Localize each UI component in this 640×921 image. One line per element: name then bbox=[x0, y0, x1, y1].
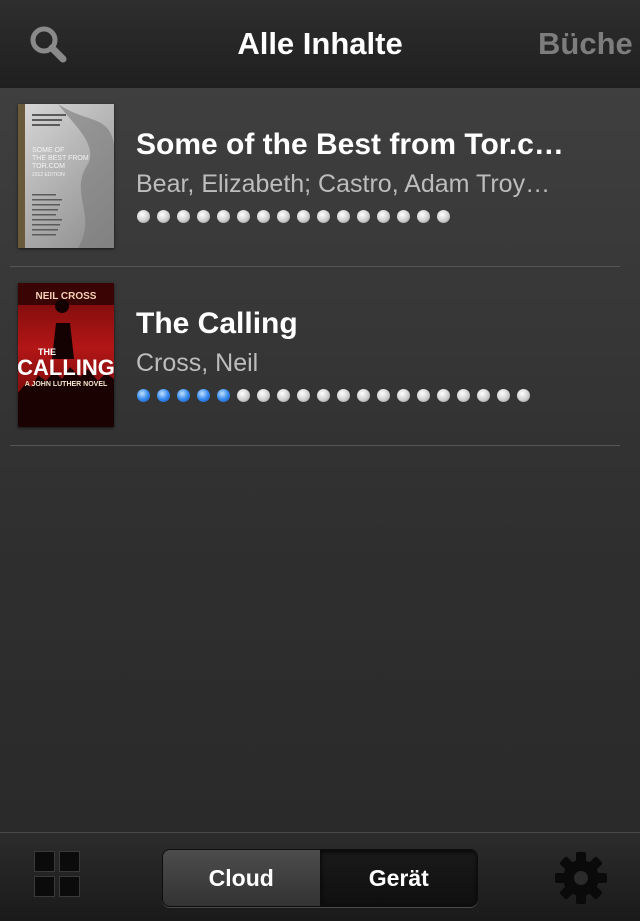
book-author: Bear, Elizabeth; Castro, Adam Troy… bbox=[136, 170, 551, 198]
cover-text-line: TOR.COM bbox=[32, 163, 65, 170]
progress-dot-unread bbox=[217, 210, 230, 223]
progress-dot-unread bbox=[257, 210, 270, 223]
progress-dot-read bbox=[217, 389, 230, 402]
progress-dot-unread bbox=[317, 389, 330, 402]
grid-view-icon bbox=[34, 851, 82, 899]
reading-progress bbox=[137, 210, 457, 224]
progress-dot-unread bbox=[277, 389, 290, 402]
progress-dot-unread bbox=[357, 389, 370, 402]
progress-dot-read bbox=[137, 389, 150, 402]
progress-dot-unread bbox=[317, 210, 330, 223]
progress-dot-read bbox=[177, 389, 190, 402]
progress-dot-unread bbox=[197, 210, 210, 223]
list-item-book-calling[interactable]: NEIL CROSS THE CALLING A JOHN LUTHER NOV… bbox=[10, 267, 620, 446]
book-cover-tor: SOME OF THE BEST FROM TOR.COM 2012 EDITI… bbox=[18, 104, 114, 248]
settings-button[interactable] bbox=[554, 851, 608, 905]
gear-icon bbox=[555, 852, 607, 904]
list-item-book-tor[interactable]: SOME OF THE BEST FROM TOR.COM 2012 EDITI… bbox=[10, 88, 620, 267]
progress-dot-unread bbox=[277, 210, 290, 223]
progress-dot-read bbox=[197, 389, 210, 402]
reading-progress bbox=[137, 389, 537, 403]
progress-dot-unread bbox=[137, 210, 150, 223]
progress-dot-unread bbox=[477, 389, 490, 402]
bottom-toolbar: Cloud Gerät bbox=[0, 832, 640, 921]
top-navigation-bar: Alle Inhalte Büche bbox=[0, 0, 640, 89]
book-title: The Calling bbox=[136, 307, 298, 340]
progress-dot-unread bbox=[257, 389, 270, 402]
book-list: SOME OF THE BEST FROM TOR.COM 2012 EDITI… bbox=[0, 88, 640, 832]
device-tab[interactable]: Gerät bbox=[320, 850, 477, 906]
cover-text-line: THE BEST FROM bbox=[32, 155, 89, 162]
book-author: Cross, Neil bbox=[136, 349, 259, 377]
grid-view-button[interactable] bbox=[34, 851, 82, 899]
progress-dot-unread bbox=[517, 389, 530, 402]
progress-dot-unread bbox=[457, 389, 470, 402]
cover-author: NEIL CROSS bbox=[36, 291, 97, 302]
progress-dot-unread bbox=[297, 210, 310, 223]
progress-dot-unread bbox=[417, 389, 430, 402]
progress-dot-unread bbox=[377, 210, 390, 223]
progress-dot-unread bbox=[237, 389, 250, 402]
cover-subtitle: A JOHN LUTHER NOVEL bbox=[25, 381, 108, 388]
progress-dot-unread bbox=[157, 210, 170, 223]
cover-title: CALLING bbox=[18, 355, 114, 380]
book-cover-calling: NEIL CROSS THE CALLING A JOHN LUTHER NOV… bbox=[18, 283, 114, 427]
progress-dot-unread bbox=[437, 210, 450, 223]
book-title: Some of the Best from Tor.c… bbox=[136, 128, 564, 161]
progress-dot-unread bbox=[417, 210, 430, 223]
progress-dot-read bbox=[157, 389, 170, 402]
progress-dot-unread bbox=[377, 389, 390, 402]
progress-dot-unread bbox=[497, 389, 510, 402]
progress-dot-unread bbox=[337, 210, 350, 223]
progress-dot-unread bbox=[397, 389, 410, 402]
cover-text-line: 2012 EDITION bbox=[32, 172, 65, 178]
cover-text-line: SOME OF bbox=[32, 147, 64, 154]
progress-dot-unread bbox=[337, 389, 350, 402]
progress-dot-unread bbox=[437, 389, 450, 402]
tab-books[interactable]: Büche bbox=[538, 26, 633, 62]
progress-dot-unread bbox=[297, 389, 310, 402]
progress-dot-unread bbox=[397, 210, 410, 223]
progress-dot-unread bbox=[237, 210, 250, 223]
progress-dot-unread bbox=[357, 210, 370, 223]
cloud-tab[interactable]: Cloud bbox=[163, 850, 321, 906]
progress-dot-unread bbox=[177, 210, 190, 223]
storage-segmented-control: Cloud Gerät bbox=[162, 849, 478, 907]
